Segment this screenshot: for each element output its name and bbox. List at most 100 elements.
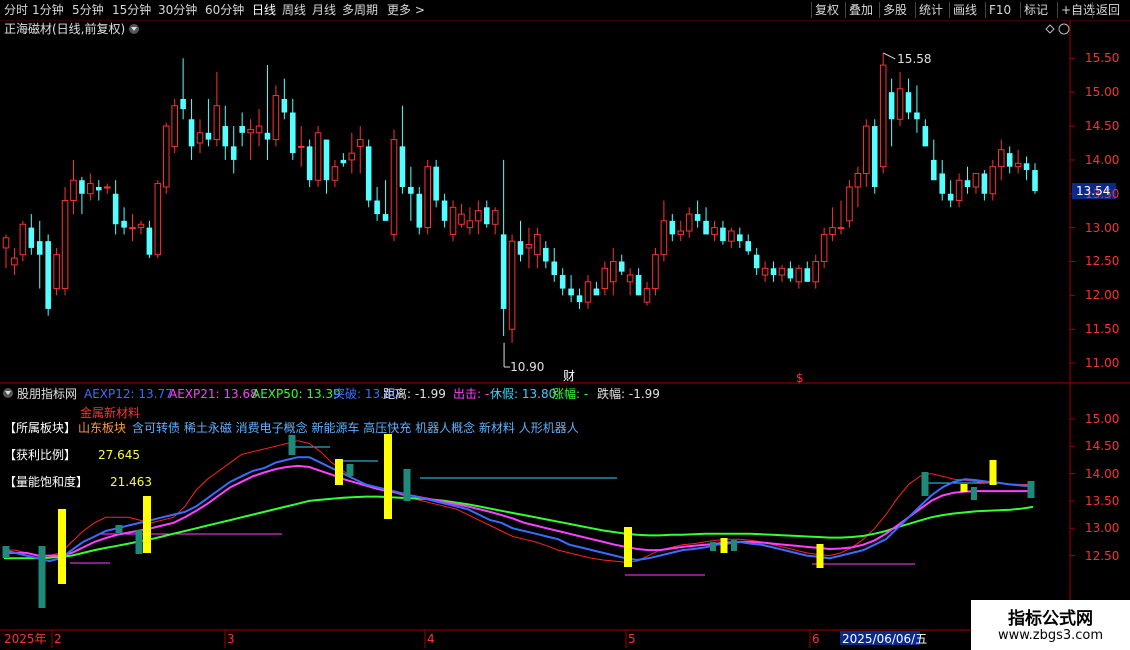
candle-body	[466, 220, 474, 229]
price-axis-label: 14.50	[1085, 119, 1120, 134]
candle-body	[87, 183, 94, 195]
candle-body	[508, 240, 516, 330]
candle-body	[643, 288, 651, 303]
signal-bar	[143, 496, 151, 553]
indicator-axis-label: 12.50	[1085, 548, 1120, 563]
candle-body	[685, 213, 693, 232]
signal-bar	[971, 487, 977, 500]
date-label: 5	[628, 632, 636, 646]
candle-body	[36, 241, 43, 255]
candle-body	[964, 180, 971, 187]
concept-list: 含可转债 稀土永磁 消费电子概念 新能源车 高压快充 机器人概念 新材料 人形机…	[132, 421, 579, 435]
candle-body	[180, 98, 186, 110]
candle-body	[601, 267, 609, 290]
date-label: 2	[54, 632, 62, 646]
candle-body	[609, 260, 617, 283]
signal-bar	[720, 538, 728, 553]
profit-ratio-value: 27.645	[98, 448, 140, 462]
candle-body	[981, 173, 988, 194]
candle-body	[323, 139, 330, 181]
candle-body	[331, 166, 339, 181]
candle-body	[931, 159, 937, 181]
candle-body	[972, 172, 980, 188]
candle-body	[70, 179, 77, 202]
price-axis-label: 14.00	[1085, 152, 1120, 167]
low-price-label: 10.90	[510, 360, 545, 374]
candle-body	[846, 186, 853, 222]
region-label: 山东板块	[78, 421, 127, 435]
candle-body	[854, 172, 862, 188]
candle-body	[491, 210, 499, 225]
candle-body	[416, 193, 423, 228]
candle-body	[618, 261, 625, 272]
candle-body	[433, 166, 439, 201]
candle-body	[955, 179, 963, 202]
candle-body	[500, 234, 507, 309]
candle-body	[720, 227, 726, 242]
candle-body	[449, 206, 457, 235]
candle-body	[121, 220, 127, 228]
date-label: 6	[812, 632, 820, 646]
candle-body	[534, 233, 541, 256]
candle-body	[1014, 162, 1022, 168]
candle-body	[888, 92, 895, 120]
candle-body	[306, 146, 313, 181]
candle-body	[239, 126, 245, 133]
candle-body	[914, 112, 920, 120]
indicator-name: 股朋指标网	[17, 387, 78, 401]
candle-body	[737, 234, 743, 242]
signal-bar	[403, 469, 411, 501]
volume-saturation-value: 21.463	[110, 475, 152, 489]
candle-body	[837, 227, 845, 230]
profit-ratio-title: 【获利比例】	[4, 448, 77, 462]
legend-entry: 距离: -1.99	[383, 387, 446, 401]
candle-body	[112, 193, 119, 225]
candle-body	[635, 275, 642, 296]
high-price-label: 15.58	[897, 51, 932, 66]
candle-body	[694, 214, 701, 221]
candle-body	[1006, 153, 1013, 167]
candle-body	[517, 241, 524, 255]
candle-body	[297, 145, 305, 148]
candle-body	[289, 112, 296, 154]
candle-body	[812, 260, 819, 283]
candle-body	[761, 267, 769, 276]
candle-body	[399, 146, 406, 187]
diamond-icon	[1045, 24, 1055, 34]
candle-body	[230, 146, 237, 160]
current-price-label: 13.54	[1076, 184, 1111, 199]
candle-body	[652, 254, 659, 290]
candle-body	[939, 173, 946, 194]
candle-body	[146, 227, 153, 255]
legend-entry: 休假: 13.80	[490, 387, 557, 401]
sector-title: 【所属板块】	[4, 421, 77, 435]
candle-body	[137, 223, 145, 229]
candle-body	[559, 275, 566, 289]
candle-body	[28, 227, 35, 248]
signal-bar	[384, 434, 392, 519]
candle-body	[53, 254, 60, 290]
candle-body	[264, 132, 271, 140]
candle-body	[475, 210, 482, 222]
price-axis-label: 12.50	[1085, 254, 1120, 269]
candle-body	[348, 152, 356, 161]
signal-bar	[731, 540, 737, 551]
candle-body	[703, 220, 709, 235]
candle-body	[441, 200, 448, 221]
candle-body	[626, 274, 634, 283]
high-pointer	[882, 52, 896, 60]
candle-body	[11, 257, 18, 266]
watermark-url: www.zbgs3.com	[997, 628, 1104, 643]
signal-bar	[1027, 481, 1035, 498]
candle-body	[154, 183, 162, 256]
candle-body	[314, 132, 322, 181]
candle-body	[576, 295, 583, 303]
signal-bar	[115, 525, 123, 533]
candle-body	[365, 146, 372, 201]
candle-body	[787, 268, 794, 279]
candle-body	[188, 119, 195, 147]
candle-body	[247, 128, 254, 134]
indicator-axis-label: 13.00	[1085, 521, 1120, 536]
date-label: 2025/06/06/五	[842, 632, 928, 646]
price-axis-label: 12.00	[1085, 288, 1120, 303]
